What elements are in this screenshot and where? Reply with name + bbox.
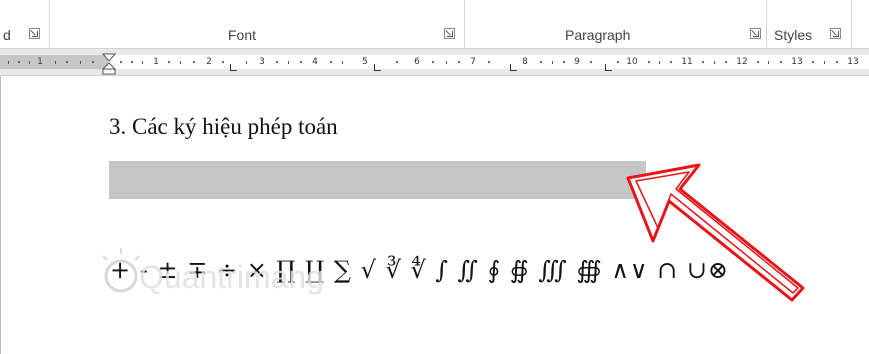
ruler-dot bbox=[488, 61, 490, 63]
ruler-number: 3 bbox=[259, 57, 265, 67]
ruler-dot bbox=[836, 61, 838, 63]
ruler-dot bbox=[617, 61, 619, 63]
ruler-tick bbox=[824, 61, 825, 64]
ruler-dot bbox=[780, 61, 782, 63]
ruler-dot bbox=[432, 61, 434, 63]
ruler-dot bbox=[222, 61, 224, 63]
ribbon-separator bbox=[49, 0, 50, 48]
ribbon-separator bbox=[851, 0, 852, 48]
ruler-bottom-border bbox=[0, 75, 869, 76]
ruler-dot bbox=[330, 61, 332, 63]
ruler-tick bbox=[246, 61, 247, 64]
clipboard-dialog-launcher-icon[interactable] bbox=[29, 28, 40, 39]
ruler-tick bbox=[714, 61, 715, 64]
ribbon-separator bbox=[464, 0, 465, 48]
ruler-tick bbox=[180, 61, 181, 64]
ruler-dot bbox=[396, 61, 398, 63]
ribbon-group-font-label: Font bbox=[228, 27, 257, 43]
ruler-dot bbox=[18, 61, 20, 63]
tab-stop-marker[interactable] bbox=[510, 64, 517, 71]
ruler-dot bbox=[168, 61, 170, 63]
ruler-dot bbox=[563, 61, 565, 63]
ruler-number: 4 bbox=[312, 57, 318, 67]
ruler-tick bbox=[552, 61, 553, 64]
tab-stop-marker[interactable] bbox=[230, 64, 237, 71]
ruler-tick bbox=[342, 61, 343, 64]
tab-stop-marker[interactable] bbox=[374, 64, 381, 71]
ruler-dot bbox=[120, 61, 122, 63]
tab-stop-marker[interactable] bbox=[605, 64, 612, 71]
ruler-dot bbox=[458, 61, 460, 63]
paragraph-dialog-launcher-icon[interactable] bbox=[750, 28, 761, 39]
page-left-edge bbox=[0, 76, 1, 354]
ruler-tick bbox=[55, 61, 56, 64]
ruler-number: 11 bbox=[681, 57, 693, 67]
ruler-number: 2 bbox=[206, 57, 212, 67]
ruler-dot bbox=[590, 61, 592, 63]
ruler-tick bbox=[142, 61, 143, 64]
styles-dialog-launcher-icon[interactable] bbox=[830, 28, 841, 39]
ruler-dot bbox=[648, 61, 650, 63]
ruler-dot bbox=[131, 61, 133, 63]
ruler-dot bbox=[670, 61, 672, 63]
ruler-dot bbox=[66, 61, 68, 63]
ruler-tick bbox=[288, 61, 289, 64]
ribbon-group-paragraph-label: Paragraph bbox=[565, 27, 631, 43]
ruler-dot bbox=[725, 61, 727, 63]
ruler-number: 1 bbox=[37, 57, 43, 67]
watermark-logo: Quantrimang bbox=[103, 248, 324, 295]
ruler-dot bbox=[276, 61, 278, 63]
ruler-dot bbox=[193, 61, 195, 63]
ribbon: d Font Paragraph Styles bbox=[0, 0, 869, 50]
ruler-number: 13 bbox=[791, 57, 803, 67]
ruler-number: 13 bbox=[847, 57, 859, 67]
ruler-number: 5 bbox=[362, 57, 368, 67]
watermark-text: Quantrimang bbox=[139, 259, 324, 295]
ruler-tick bbox=[29, 61, 30, 64]
ruler-dot bbox=[702, 61, 704, 63]
ribbon-group-clipboard-label: d bbox=[3, 27, 11, 43]
ruler-tick bbox=[80, 61, 81, 64]
indent-marker-icon[interactable] bbox=[102, 53, 116, 75]
ruler-dot bbox=[757, 61, 759, 63]
ruler-number: 10 bbox=[626, 57, 638, 67]
ruler-tick bbox=[768, 61, 769, 64]
ribbon-commands-area bbox=[0, 0, 869, 20]
selected-empty-line-highlight[interactable] bbox=[109, 161, 646, 199]
ruler-tick bbox=[659, 61, 660, 64]
ruler-dot bbox=[92, 61, 94, 63]
ruler-dot bbox=[300, 61, 302, 63]
ruler-number: 6 bbox=[414, 57, 420, 67]
ruler-number: 9 bbox=[574, 57, 580, 67]
ribbon-separator bbox=[766, 0, 767, 48]
ruler-dot bbox=[812, 61, 814, 63]
ruler-number: 12 bbox=[736, 57, 748, 67]
ruler-number: 1 bbox=[153, 57, 159, 67]
ruler-tick bbox=[8, 61, 9, 64]
ribbon-group-styles-label: Styles bbox=[774, 27, 813, 43]
document-heading[interactable]: 3. Các ký hiệu phép toán bbox=[109, 114, 338, 140]
ruler-dot bbox=[540, 61, 542, 63]
ruler-number: 7 bbox=[470, 57, 476, 67]
font-dialog-launcher-icon[interactable] bbox=[444, 28, 455, 39]
horizontal-ruler[interactable]: 1 1 2 3 4 5 6 7 8 9 10 11 12 13 13 bbox=[0, 49, 869, 75]
ruler-tick bbox=[446, 61, 447, 64]
ruler-number: 8 bbox=[522, 57, 528, 67]
